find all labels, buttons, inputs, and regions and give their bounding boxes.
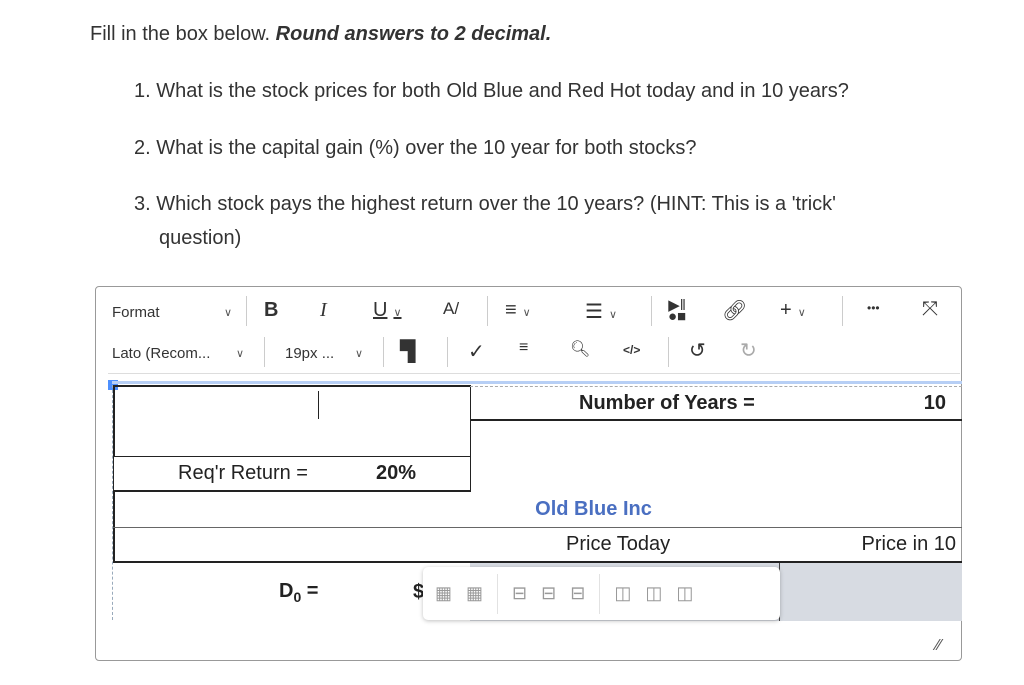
years-value: 10 xyxy=(923,391,946,414)
d0-row[interactable]: D0 = $ xyxy=(113,563,470,621)
divider xyxy=(264,337,265,367)
divider xyxy=(447,337,448,367)
question-2: 2. What is the capital gain (%) over the… xyxy=(134,137,697,159)
spellcheck-icon[interactable]: ✓ xyxy=(468,339,485,364)
insert-icon[interactable]: + ∨ xyxy=(780,299,806,322)
undo-icon[interactable]: ↺ xyxy=(689,338,706,363)
link-icon[interactable]: 🔗︎ xyxy=(722,298,747,323)
return-row[interactable]: Req'r Return = 20% xyxy=(113,456,471,492)
instructions: Fill in the box below. Round answers to … xyxy=(90,23,551,46)
return-label: Req'r Return = xyxy=(178,462,308,484)
price-today-header: Price Today xyxy=(566,533,671,555)
chevron-down-icon: ∨ xyxy=(393,307,402,319)
redo-icon[interactable]: ↻ xyxy=(740,338,757,363)
insert-column-before-icon[interactable]: ◫ xyxy=(614,583,631,604)
chevron-down-icon: ∨ xyxy=(354,347,363,360)
divider xyxy=(383,337,384,367)
insert-row-below-icon[interactable]: ⊟ xyxy=(541,583,556,604)
delete-row-icon[interactable]: ⊟ xyxy=(570,583,585,604)
format-painter-icon[interactable]: ▜ xyxy=(400,339,415,364)
insert-column-after-icon[interactable]: ◫ xyxy=(645,583,662,604)
media-icon[interactable]: ▶‖ ●■ xyxy=(668,298,686,324)
plus-glyph: + xyxy=(780,299,792,321)
table-cell-empty[interactable] xyxy=(113,385,471,456)
bold-icon[interactable]: B xyxy=(264,299,278,322)
find-replace-icon[interactable]: 🔍︎ xyxy=(570,339,590,359)
table-selection-bar xyxy=(112,381,962,384)
word-count-icon[interactable]: ≡ xyxy=(519,339,528,357)
italic-icon[interactable]: I xyxy=(320,299,327,322)
insert-row-before-icon[interactable]: ▦ xyxy=(435,583,452,604)
years-label: Number of Years = xyxy=(579,391,755,414)
text-color-icon[interactable]: A/ xyxy=(443,299,459,319)
price-future-header: Price in 10 xyxy=(861,533,957,555)
format-label: Format xyxy=(112,303,160,321)
size-label: 19px ... xyxy=(285,344,335,362)
delete-row-icon[interactable]: ▦ xyxy=(466,583,483,604)
d0-letter: D xyxy=(279,579,294,602)
company-row[interactable]: Old Blue Inc xyxy=(113,492,962,528)
years-row[interactable]: Number of Years = 10 xyxy=(470,386,962,421)
divider xyxy=(246,296,247,326)
toolbar-divider xyxy=(108,373,960,374)
font-label: Lato (Recom... xyxy=(112,344,211,362)
font-family-dropdown[interactable]: Lato (Recom... ∨ xyxy=(112,341,244,365)
insert-row-above-icon[interactable]: ⊟ xyxy=(512,583,527,604)
chevron-down-icon: ∨ xyxy=(608,309,617,321)
underline-icon[interactable]: U ∨ xyxy=(373,299,402,322)
align-icon[interactable]: ≡ ∨ xyxy=(505,299,531,322)
source-code-icon[interactable]: </> xyxy=(623,343,640,357)
font-size-dropdown[interactable]: 19px ... ∨ xyxy=(285,341,363,365)
divider xyxy=(668,337,669,367)
underline-glyph: U xyxy=(373,299,388,321)
question-1: 1. What is the stock prices for both Old… xyxy=(134,80,849,102)
return-value: 20% xyxy=(376,462,417,484)
price-header-row[interactable]: Price Today Price in 10 xyxy=(113,528,962,563)
price-future-cell[interactable] xyxy=(780,563,962,621)
chevron-down-icon: ∨ xyxy=(223,306,232,319)
more-icon[interactable]: ••• xyxy=(867,301,880,315)
d0-label: D0 = xyxy=(279,580,319,605)
delete-column-icon[interactable]: ◫ xyxy=(676,583,693,604)
question-3: 3. Which stock pays the highest return o… xyxy=(134,193,836,215)
divider xyxy=(842,296,843,326)
d0-equals: = xyxy=(301,579,319,602)
instructions-emphasis: Round answers to 2 decimal. xyxy=(275,23,552,45)
divider xyxy=(487,296,488,326)
company-name: Old Blue Inc xyxy=(535,498,652,520)
list-icon[interactable]: ☰ ∨ xyxy=(585,299,617,324)
divider xyxy=(651,296,652,326)
chevron-down-icon: ∨ xyxy=(235,347,244,360)
chevron-down-icon: ∨ xyxy=(797,307,806,319)
table-toolbar: ▦ ▦ ⊟ ⊟ ⊟ ◫ ◫ ◫ xyxy=(423,567,780,620)
fullscreen-icon[interactable]: ⤧ xyxy=(922,298,938,321)
format-dropdown[interactable]: Format ∨ xyxy=(112,300,232,324)
resize-grip-icon[interactable]: ⁄⁄ xyxy=(936,637,941,655)
instructions-text: Fill in the box below. xyxy=(90,23,271,45)
divider xyxy=(599,573,601,614)
question-3-cont: question) xyxy=(159,227,242,249)
chevron-down-icon: ∨ xyxy=(522,307,531,319)
text-cursor xyxy=(318,391,319,419)
divider xyxy=(497,573,499,614)
